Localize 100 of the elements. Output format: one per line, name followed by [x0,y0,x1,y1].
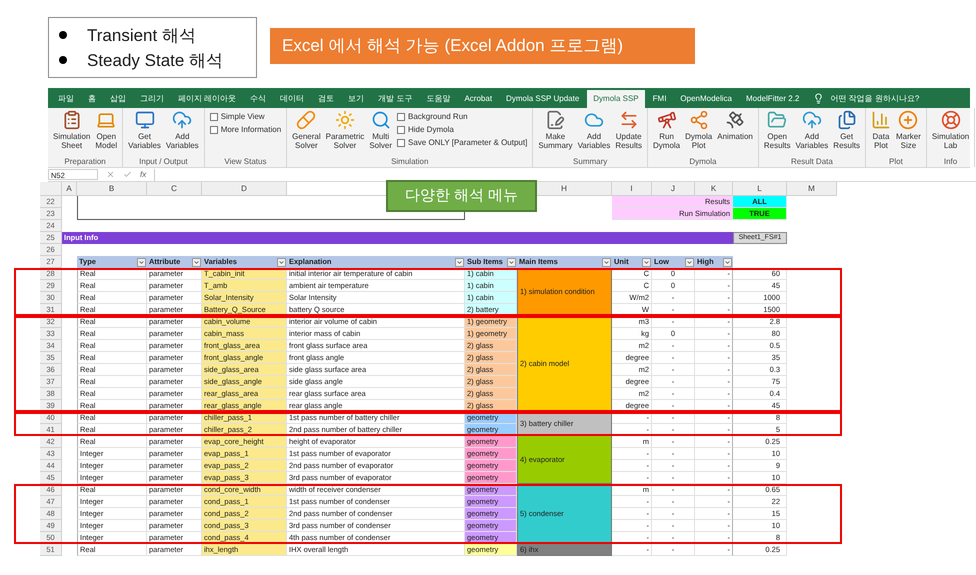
caret-icon [724,258,731,266]
caret-icon [686,258,693,266]
group-label: Simulation [390,156,430,167]
ribbon-tab[interactable]: ModelFitter 2.2 [740,90,806,108]
checkbox[interactable] [210,126,218,134]
ribbon-button[interactable]: Update Results [613,108,644,150]
cloud-upload-icon [172,110,192,130]
column-header[interactable]: M [787,182,837,196]
ribbon-tab[interactable]: 개발 도구 [372,90,418,108]
ribbon-button[interactable]: Add Variables [794,108,830,150]
checkbox-option[interactable]: More Information [210,123,282,136]
checkbox-option[interactable]: Hide Dymola [397,123,528,136]
filter-button[interactable] [277,258,286,266]
bullet-icon [59,56,67,64]
ribbon-tab[interactable]: 검토 [312,90,340,108]
column-header[interactable]: A [62,182,77,196]
column-header[interactable]: D [202,182,287,196]
group-label: Summary [572,156,608,167]
group-label: Info [942,156,958,167]
ribbon-button[interactable]: Simulation Sheet [51,108,92,150]
column-header[interactable]: L [733,182,787,196]
filter-button[interactable] [642,258,651,266]
lifebuoy-icon [940,110,961,130]
ribbon-button[interactable]: Marker Size [894,108,923,150]
column-header[interactable]: B [77,182,147,196]
filter-button[interactable] [455,258,464,266]
caret-icon [643,258,650,266]
ribbon-tab[interactable]: 보기 [342,90,370,108]
plus-circle-icon [898,110,918,130]
bullet-text: Steady State 해석 [87,50,224,72]
check-icon[interactable] [123,170,132,179]
caret-icon [456,258,463,266]
column-header[interactable]: K [695,182,733,196]
ribbon-tab[interactable]: 그리기 [134,90,170,108]
ribbon-button[interactable]: Open Results [762,108,793,150]
caret-icon [138,258,145,266]
caret-icon [278,258,285,266]
column-header[interactable]: I [612,182,652,196]
checkbox-option[interactable]: Background Run [397,110,528,123]
ribbon-tab[interactable]: OpenModelica [674,90,738,108]
ribbon-button[interactable]: Data Plot [868,108,893,150]
checkbox[interactable] [397,138,405,146]
group-label: Result Data [790,156,834,167]
ribbon-tab[interactable]: 페이지 레이아웃 [172,90,242,108]
telescope-icon [656,110,677,130]
group-label: Input / Output [138,156,189,167]
filter-button[interactable] [192,258,201,266]
ribbon-tab[interactable]: 삽입 [104,90,132,108]
ribbon-button[interactable]: Get Variables [126,108,163,150]
ribbon-button[interactable]: Multi Solver [367,108,394,150]
satellite-icon [725,110,746,130]
filter-button[interactable] [507,258,516,266]
search-icon [370,110,391,130]
function-button[interactable]: fx [140,168,146,180]
ribbon-button[interactable]: Get Results [831,108,862,150]
filter-button[interactable] [602,258,611,266]
pill-icon [296,110,316,130]
column-header[interactable]: C [147,182,202,196]
filter-button[interactable] [685,258,694,266]
ribbon-tab[interactable]: Acrobat [458,90,498,108]
ribbon-button[interactable]: Dymola Plot [683,108,714,150]
files-icon [836,110,857,130]
folder-icon [767,110,788,130]
ribbon-button[interactable]: Run Dymola [651,108,682,150]
filter-button[interactable] [137,258,146,266]
clipboard-icon [62,110,82,130]
ribbon-tab[interactable]: 홈 [82,90,102,108]
ribbon-tab[interactable]: 수식 [244,90,272,108]
ribbon-tab[interactable]: Dymola SSP Update [500,90,586,108]
monitor-icon [134,110,155,130]
ribbon-tab[interactable]: 데이터 [274,90,310,108]
sun-icon [334,110,355,130]
ribbon-button[interactable]: Simulation Lab [930,108,972,150]
ribbon-button[interactable]: General Solver [290,108,323,150]
checkbox[interactable] [397,126,405,134]
filter-button[interactable] [723,258,732,266]
caret-icon [508,258,515,266]
document-pen-icon [545,110,566,130]
banner: Excel 에서 해석 가능 (Excel Addon 프로그램) [270,28,695,64]
checkbox[interactable] [210,112,218,120]
caret-icon [603,258,610,266]
callout-tooltip: 다양한 해석 메뉴 [386,180,537,212]
lightbulb-icon [813,93,824,104]
checkbox[interactable] [397,112,405,120]
checkbox-option[interactable]: Simple View [210,110,282,123]
ribbon-button[interactable]: Open Model [93,108,120,150]
ribbon-button[interactable]: Make Summary [536,108,575,150]
group-label: View Status [223,156,268,167]
cloud-upload-icon [802,110,822,130]
checkbox-option[interactable]: Save ONLY [Parameter & Output] [397,136,528,149]
ribbon-button[interactable]: Animation [715,108,755,141]
ribbon-tab[interactable]: 파일 [52,90,80,108]
ribbon-tab[interactable]: FMI [646,90,672,108]
column-header[interactable]: J [652,182,695,196]
ribbon-tab[interactable]: Dymola SSP [587,90,645,108]
ribbon-button[interactable]: Add Variables [164,108,201,150]
ribbon-tab[interactable]: 도움말 [420,90,456,108]
tell-me-field[interactable]: 어떤 작업을 원하시나요? [826,90,924,108]
ribbon-button[interactable]: Add Variables [576,108,612,150]
ribbon-button[interactable]: Parametric Solver [324,108,366,150]
